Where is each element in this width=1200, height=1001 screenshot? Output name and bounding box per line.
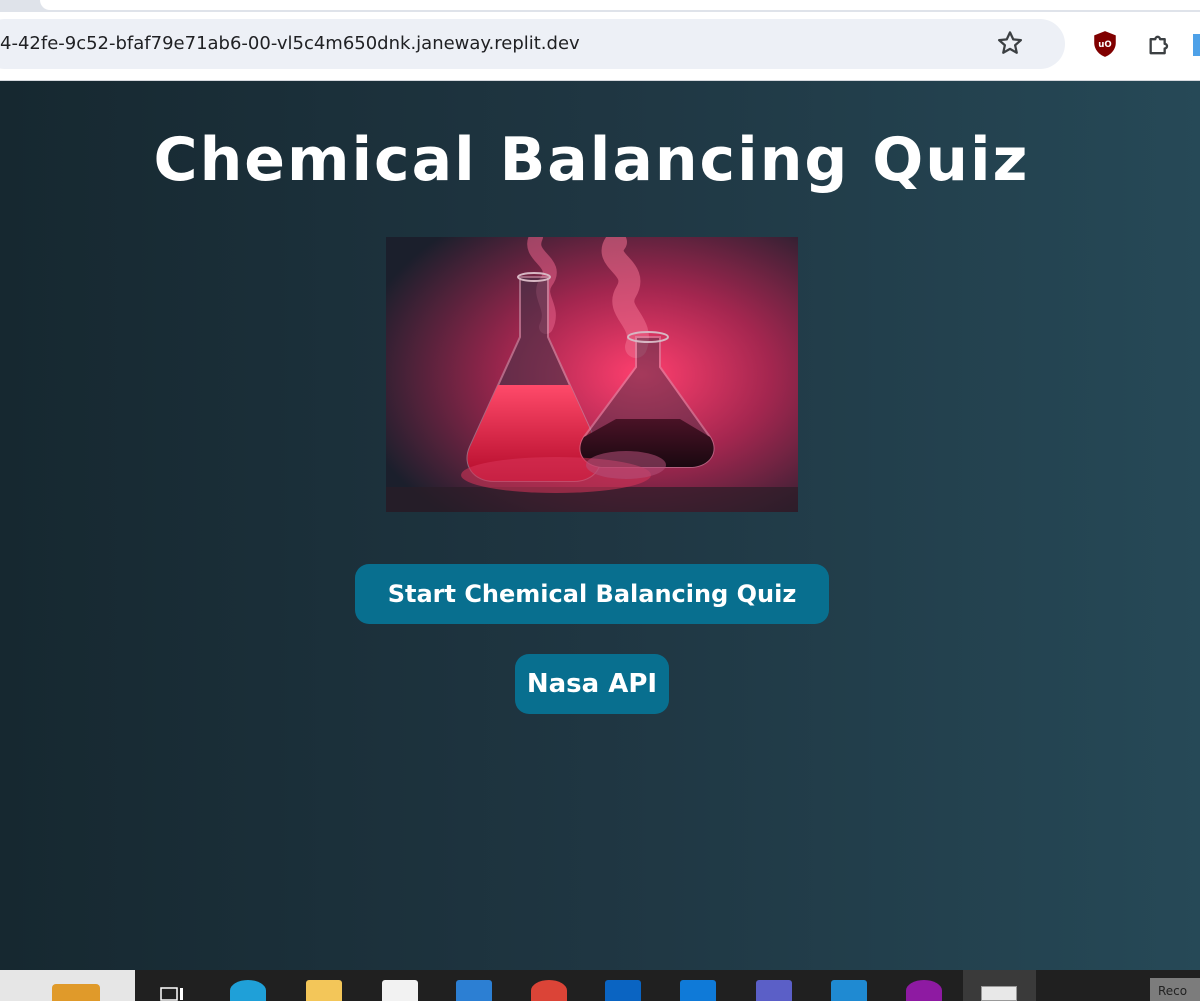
- browser-toolbar: 4-42fe-9c52-bfaf79e71ab6-00-vl5c4m650dnk…: [0, 12, 1200, 81]
- terminal-icon[interactable]: [981, 986, 1017, 1001]
- folder-icon[interactable]: [306, 980, 342, 1001]
- chemistry-flasks-smoke-image: [386, 237, 798, 512]
- outlook-new-icon[interactable]: [680, 980, 716, 1001]
- nasa-api-button[interactable]: Nasa API: [515, 654, 669, 714]
- taskbar-search-area[interactable]: [0, 970, 135, 1001]
- record-button[interactable]: Reco: [1150, 978, 1200, 1001]
- star-icon[interactable]: [995, 28, 1025, 58]
- app-icon[interactable]: [906, 980, 942, 1001]
- taskbar-active-app[interactable]: [963, 970, 1036, 1001]
- store-icon[interactable]: [382, 980, 418, 1001]
- url-text[interactable]: 4-42fe-9c52-bfaf79e71ab6-00-vl5c4m650dnk…: [0, 33, 580, 54]
- outlook-icon[interactable]: [605, 980, 641, 1001]
- chrome-icon[interactable]: [531, 980, 567, 1001]
- extensions-puzzle-icon[interactable]: [1146, 31, 1174, 59]
- file-explorer-bag-icon[interactable]: [52, 984, 100, 1001]
- vscode-icon[interactable]: [831, 980, 867, 1001]
- page-content: Chemical Balancing Quiz Start Chemical B…: [0, 81, 1200, 970]
- task-view-icon[interactable]: [160, 986, 186, 1001]
- page-title: Chemical Balancing Quiz: [153, 125, 1030, 195]
- windows-taskbar: Reco: [0, 970, 1200, 1001]
- ublock-origin-icon[interactable]: uO: [1092, 30, 1118, 58]
- svg-text:uO: uO: [1098, 40, 1111, 50]
- address-bar[interactable]: 4-42fe-9c52-bfaf79e71ab6-00-vl5c4m650dnk…: [0, 19, 1065, 69]
- mail-icon[interactable]: [456, 980, 492, 1001]
- active-tab[interactable]: [40, 0, 1200, 10]
- teams-icon[interactable]: [756, 980, 792, 1001]
- profile-icon[interactable]: [1193, 34, 1200, 56]
- tab-strip: [0, 0, 1200, 12]
- start-quiz-button[interactable]: Start Chemical Balancing Quiz: [355, 564, 829, 624]
- edge-icon[interactable]: [230, 980, 266, 1001]
